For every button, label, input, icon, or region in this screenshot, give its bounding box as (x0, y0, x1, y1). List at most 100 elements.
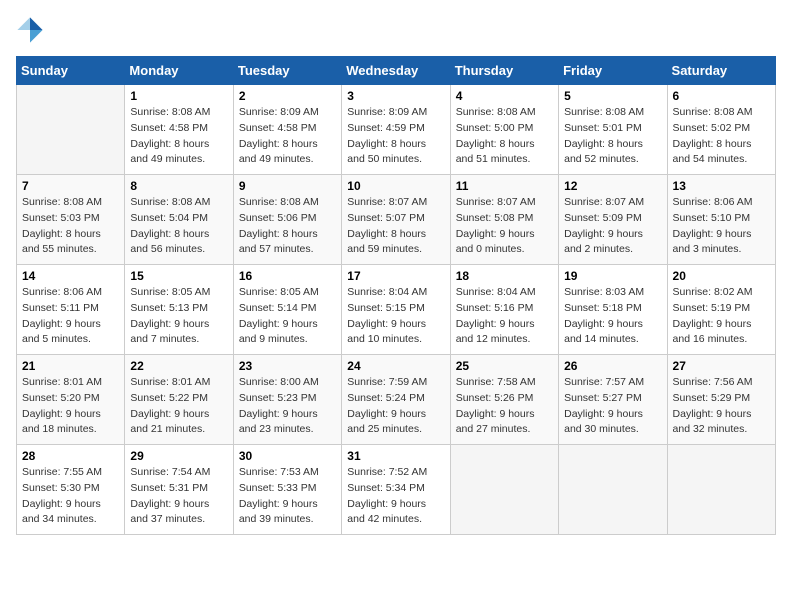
day-number: 2 (239, 89, 336, 103)
day-number: 17 (347, 269, 444, 283)
day-cell: 8Sunrise: 8:08 AM Sunset: 5:04 PM Daylig… (125, 175, 233, 265)
week-row-4: 21 Sunrise: 8:01 AM Sunset: 5:20 PM Dayli… (17, 355, 776, 445)
day-info: Sunrise: 8:09 AM Sunset: 4:59 PM Dayligh… (347, 105, 444, 168)
day-info: Sunrise: 8:06 AM Sunset: 5:11 PM Dayligh… (22, 285, 119, 348)
day-info: Sunrise: 8:09 AM Sunset: 4:58 PM Dayligh… (239, 105, 336, 168)
day-info: Sunrise: 8:03 AM Sunset: 5:18 PM Dayligh… (564, 285, 661, 348)
day-info: Sunrise: 7:59 AM Sunset: 5:24 PM Dayligh… (347, 375, 444, 438)
col-header-sunday: Sunday (17, 57, 125, 85)
day-info: Sunrise: 8:08 AM Sunset: 5:01 PM Dayligh… (564, 105, 661, 168)
day-info: Sunrise: 8:01 AM Sunset: 5:20 PM Dayligh… (22, 375, 119, 438)
day-cell: 17Sunrise: 8:04 AM Sunset: 5:15 PM Dayli… (342, 265, 450, 355)
day-info: Sunrise: 8:08 AM Sunset: 5:04 PM Dayligh… (130, 195, 227, 258)
week-row-2: 7Sunrise: 8:08 AM Sunset: 5:03 PM Daylig… (17, 175, 776, 265)
calendar-table: SundayMondayTuesdayWednesdayThursdayFrid… (16, 56, 776, 535)
day-info: Sunrise: 8:08 AM Sunset: 5:02 PM Dayligh… (673, 105, 770, 168)
day-number: 30 (239, 449, 336, 463)
header-row: SundayMondayTuesdayWednesdayThursdayFrid… (17, 57, 776, 85)
day-info: Sunrise: 8:02 AM Sunset: 5:19 PM Dayligh… (673, 285, 770, 348)
day-number: 23 (239, 359, 336, 373)
page-header (16, 16, 776, 44)
day-number: 16 (239, 269, 336, 283)
day-number: 25 (456, 359, 553, 373)
day-number: 28 (22, 449, 119, 463)
day-cell: 28 Sunrise: 7:55 AM Sunset: 5:30 PM Dayli… (17, 445, 125, 535)
day-cell: 26Sunrise: 7:57 AM Sunset: 5:27 PM Dayli… (559, 355, 667, 445)
col-header-thursday: Thursday (450, 57, 558, 85)
day-cell: 31Sunrise: 7:52 AM Sunset: 5:34 PM Dayli… (342, 445, 450, 535)
day-number: 19 (564, 269, 661, 283)
day-info: Sunrise: 8:05 AM Sunset: 5:14 PM Dayligh… (239, 285, 336, 348)
day-info: Sunrise: 8:06 AM Sunset: 5:10 PM Dayligh… (673, 195, 770, 258)
day-info: Sunrise: 8:01 AM Sunset: 5:22 PM Dayligh… (130, 375, 227, 438)
day-cell: 18 Sunrise: 8:04 AM Sunset: 5:16 PM Dayli… (450, 265, 558, 355)
day-info: Sunrise: 8:04 AM Sunset: 5:16 PM Dayligh… (456, 285, 553, 348)
day-number: 12 (564, 179, 661, 193)
col-header-saturday: Saturday (667, 57, 775, 85)
day-number: 24 (347, 359, 444, 373)
day-cell: 25 Sunrise: 7:58 AM Sunset: 5:26 PM Dayli… (450, 355, 558, 445)
day-number: 3 (347, 89, 444, 103)
day-cell: 2 Sunrise: 8:09 AM Sunset: 4:58 PM Daylig… (233, 85, 341, 175)
day-cell: 16 Sunrise: 8:05 AM Sunset: 5:14 PM Dayli… (233, 265, 341, 355)
day-number: 13 (673, 179, 770, 193)
day-info: Sunrise: 8:08 AM Sunset: 5:03 PM Dayligh… (22, 195, 119, 258)
day-cell: 15 Sunrise: 8:05 AM Sunset: 5:13 PM Dayli… (125, 265, 233, 355)
day-cell: 7Sunrise: 8:08 AM Sunset: 5:03 PM Daylig… (17, 175, 125, 265)
day-number: 10 (347, 179, 444, 193)
day-number: 5 (564, 89, 661, 103)
day-cell: 14 Sunrise: 8:06 AM Sunset: 5:11 PM Dayli… (17, 265, 125, 355)
day-cell: 27 Sunrise: 7:56 AM Sunset: 5:29 PM Dayli… (667, 355, 775, 445)
day-number: 22 (130, 359, 227, 373)
day-number: 6 (673, 89, 770, 103)
week-row-1: 1 Sunrise: 8:08 AM Sunset: 4:58 PM Daylig… (17, 85, 776, 175)
day-info: Sunrise: 8:00 AM Sunset: 5:23 PM Dayligh… (239, 375, 336, 438)
day-cell: 19 Sunrise: 8:03 AM Sunset: 5:18 PM Dayli… (559, 265, 667, 355)
day-number: 18 (456, 269, 553, 283)
day-info: Sunrise: 8:07 AM Sunset: 5:09 PM Dayligh… (564, 195, 661, 258)
day-info: Sunrise: 8:08 AM Sunset: 5:06 PM Dayligh… (239, 195, 336, 258)
day-cell: 3 Sunrise: 8:09 AM Sunset: 4:59 PM Daylig… (342, 85, 450, 175)
day-number: 20 (673, 269, 770, 283)
day-info: Sunrise: 7:54 AM Sunset: 5:31 PM Dayligh… (130, 465, 227, 528)
logo-icon (16, 16, 44, 44)
day-cell: 10 Sunrise: 8:07 AM Sunset: 5:07 PM Dayli… (342, 175, 450, 265)
day-number: 29 (130, 449, 227, 463)
col-header-wednesday: Wednesday (342, 57, 450, 85)
day-cell: 4 Sunrise: 8:08 AM Sunset: 5:00 PM Daylig… (450, 85, 558, 175)
day-cell: 24 Sunrise: 7:59 AM Sunset: 5:24 PM Dayli… (342, 355, 450, 445)
day-number: 14 (22, 269, 119, 283)
week-row-3: 14 Sunrise: 8:06 AM Sunset: 5:11 PM Dayli… (17, 265, 776, 355)
day-cell: 21 Sunrise: 8:01 AM Sunset: 5:20 PM Dayli… (17, 355, 125, 445)
day-cell: 13 Sunrise: 8:06 AM Sunset: 5:10 PM Dayli… (667, 175, 775, 265)
day-number: 26 (564, 359, 661, 373)
day-number: 31 (347, 449, 444, 463)
day-cell: 30 Sunrise: 7:53 AM Sunset: 5:33 PM Dayli… (233, 445, 341, 535)
day-info: Sunrise: 8:08 AM Sunset: 5:00 PM Dayligh… (456, 105, 553, 168)
day-cell: 29 Sunrise: 7:54 AM Sunset: 5:31 PM Dayli… (125, 445, 233, 535)
day-number: 21 (22, 359, 119, 373)
day-number: 1 (130, 89, 227, 103)
week-row-5: 28 Sunrise: 7:55 AM Sunset: 5:30 PM Dayli… (17, 445, 776, 535)
day-cell: 11Sunrise: 8:07 AM Sunset: 5:08 PM Dayli… (450, 175, 558, 265)
day-info: Sunrise: 7:58 AM Sunset: 5:26 PM Dayligh… (456, 375, 553, 438)
day-info: Sunrise: 7:56 AM Sunset: 5:29 PM Dayligh… (673, 375, 770, 438)
logo (16, 16, 48, 44)
col-header-monday: Monday (125, 57, 233, 85)
day-number: 9 (239, 179, 336, 193)
day-number: 15 (130, 269, 227, 283)
day-info: Sunrise: 8:05 AM Sunset: 5:13 PM Dayligh… (130, 285, 227, 348)
col-header-tuesday: Tuesday (233, 57, 341, 85)
day-number: 27 (673, 359, 770, 373)
day-cell (559, 445, 667, 535)
day-info: Sunrise: 8:07 AM Sunset: 5:07 PM Dayligh… (347, 195, 444, 258)
day-number: 4 (456, 89, 553, 103)
day-number: 11 (456, 179, 553, 193)
day-info: Sunrise: 7:55 AM Sunset: 5:30 PM Dayligh… (22, 465, 119, 528)
day-cell: 22 Sunrise: 8:01 AM Sunset: 5:22 PM Dayli… (125, 355, 233, 445)
day-cell: 6 Sunrise: 8:08 AM Sunset: 5:02 PM Daylig… (667, 85, 775, 175)
day-cell: 12 Sunrise: 8:07 AM Sunset: 5:09 PM Dayli… (559, 175, 667, 265)
day-cell: 5 Sunrise: 8:08 AM Sunset: 5:01 PM Daylig… (559, 85, 667, 175)
day-info: Sunrise: 7:53 AM Sunset: 5:33 PM Dayligh… (239, 465, 336, 528)
day-info: Sunrise: 8:08 AM Sunset: 4:58 PM Dayligh… (130, 105, 227, 168)
